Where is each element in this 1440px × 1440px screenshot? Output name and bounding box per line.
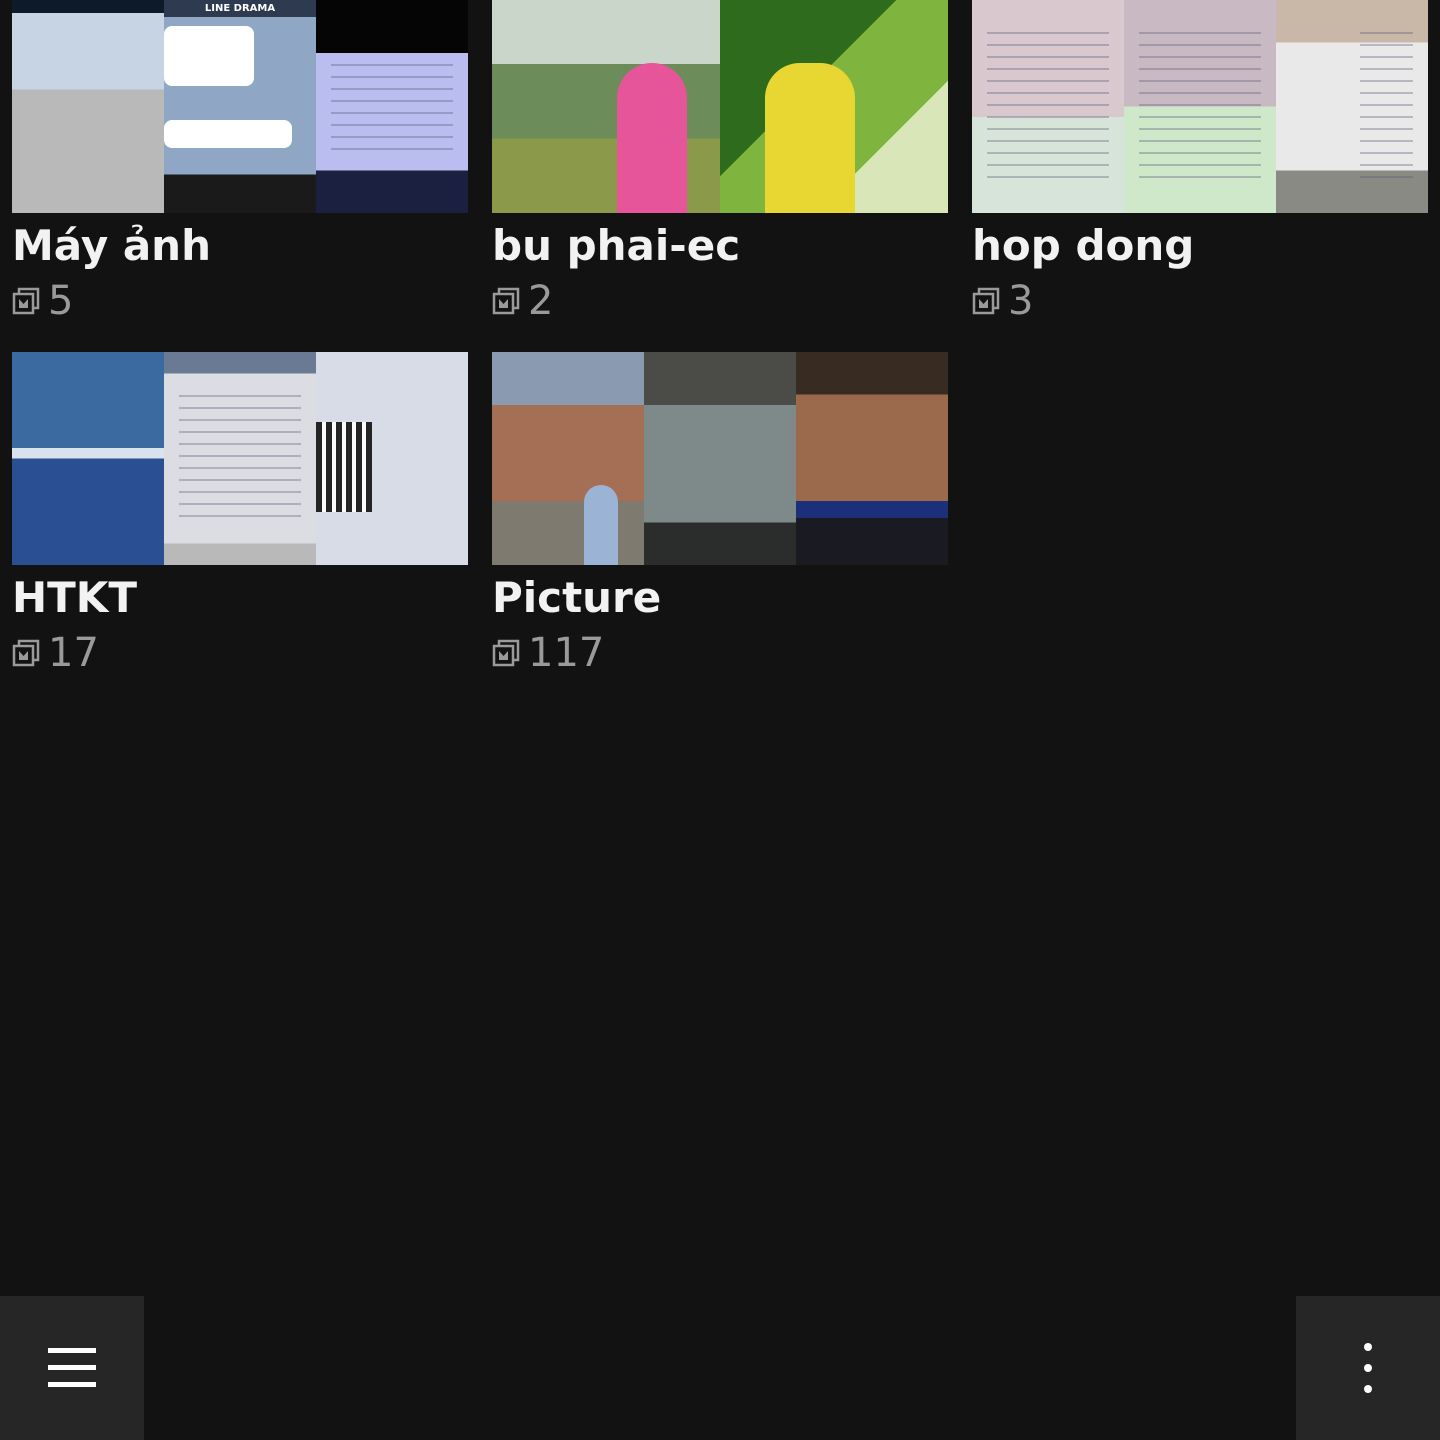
album-thumbnail xyxy=(12,0,164,213)
hamburger-menu-icon xyxy=(48,1348,96,1387)
photo-stack-icon xyxy=(12,639,40,667)
album-name: hop dong xyxy=(972,221,1195,270)
album-thumbnail xyxy=(972,0,1124,213)
album-thumbnails xyxy=(492,0,948,213)
album-thumbnail xyxy=(796,352,948,565)
album-thumbnail xyxy=(164,352,316,565)
album-name: Picture xyxy=(492,573,662,622)
album-thumbnail xyxy=(316,352,468,565)
album-thumbnails xyxy=(972,0,1428,213)
handwriting-lines xyxy=(331,63,453,160)
album-thumbnail xyxy=(1124,0,1276,213)
album-count-row: 2 xyxy=(492,278,553,324)
album-count-row: 5 xyxy=(12,278,73,324)
document-lines xyxy=(987,31,1109,182)
album-thumbnails xyxy=(492,352,948,565)
photo-stack-icon xyxy=(492,639,520,667)
album-count: 5 xyxy=(48,278,74,324)
chat-bubble xyxy=(164,26,254,86)
document-lines xyxy=(1359,31,1413,182)
album-thumbnails xyxy=(12,352,468,565)
album-thumbnail xyxy=(492,352,644,565)
album-thumbnail xyxy=(720,0,948,213)
bottom-action-bar xyxy=(0,1296,1440,1440)
album-thumbnail xyxy=(316,0,468,213)
album-count: 3 xyxy=(1008,278,1034,324)
more-vertical-icon xyxy=(1364,1343,1372,1393)
album-thumbnails: LINE DRAMA xyxy=(12,0,468,213)
album-thumbnail: LINE DRAMA xyxy=(164,0,316,213)
comment-lines xyxy=(179,394,301,527)
person-figure xyxy=(584,485,618,565)
album-name: HTKT xyxy=(12,573,137,622)
album-count-row: 3 xyxy=(972,278,1033,324)
photo-stack-icon xyxy=(492,287,520,315)
overflow-menu-button[interactable] xyxy=(1296,1296,1440,1440)
album-count-row: 117 xyxy=(492,630,604,676)
chat-header-text: LINE DRAMA xyxy=(204,3,276,14)
album-name: bu phai-ec xyxy=(492,221,741,270)
document-lines xyxy=(1139,31,1261,182)
chat-bubble xyxy=(164,120,292,148)
album-thumbnail xyxy=(644,352,796,565)
album-thumbnail xyxy=(492,0,720,213)
album-count: 17 xyxy=(48,630,99,676)
album-thumbnail xyxy=(12,352,164,565)
person-figure xyxy=(617,63,687,213)
menu-button[interactable] xyxy=(0,1296,144,1440)
album-count: 117 xyxy=(528,630,605,676)
photo-stack-icon xyxy=(972,287,1000,315)
person-figure xyxy=(765,63,855,213)
photo-stack-icon xyxy=(12,287,40,315)
album-name: Máy ảnh xyxy=(12,221,211,270)
album-count: 2 xyxy=(528,278,554,324)
qr-code xyxy=(316,422,372,512)
album-thumbnail xyxy=(1276,0,1428,213)
album-count-row: 17 xyxy=(12,630,99,676)
